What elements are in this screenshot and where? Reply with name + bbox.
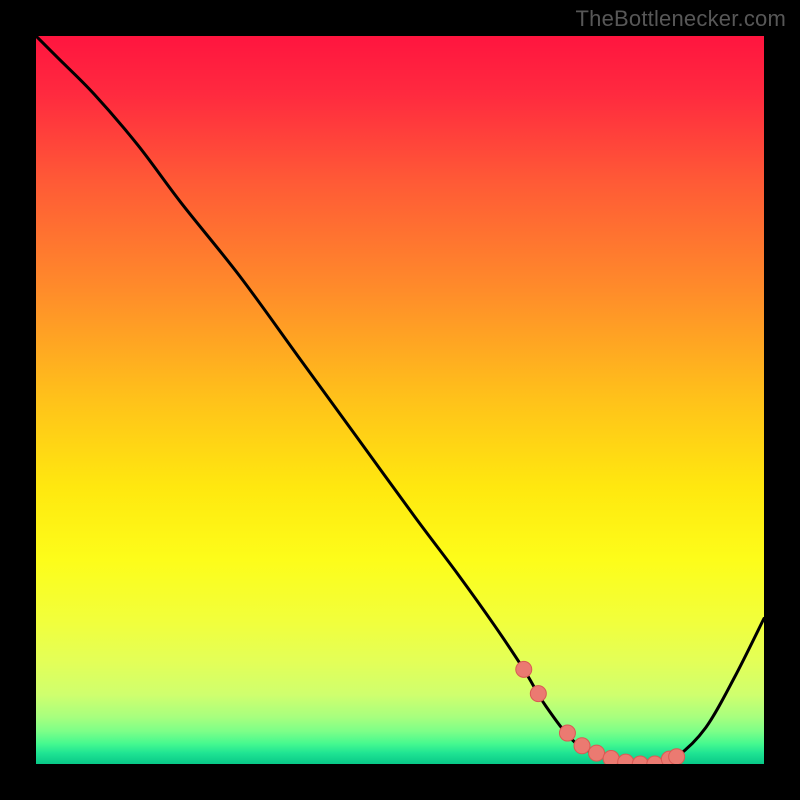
optimum-marker [516,661,532,677]
optimum-marker [603,751,619,764]
plot-area [36,36,764,764]
watermark-text: TheBottlenecker.com [576,6,786,32]
optimum-marker [559,725,575,741]
optimum-marker [574,738,590,754]
optimum-marker [647,756,663,764]
optimum-marker [589,745,605,761]
optimum-marker [632,756,648,764]
optimum-marker [669,749,685,764]
chart-frame: TheBottlenecker.com [0,0,800,800]
optimum-marker [618,754,634,764]
bottleneck-curve [36,36,764,764]
optimum-marker [530,686,546,702]
